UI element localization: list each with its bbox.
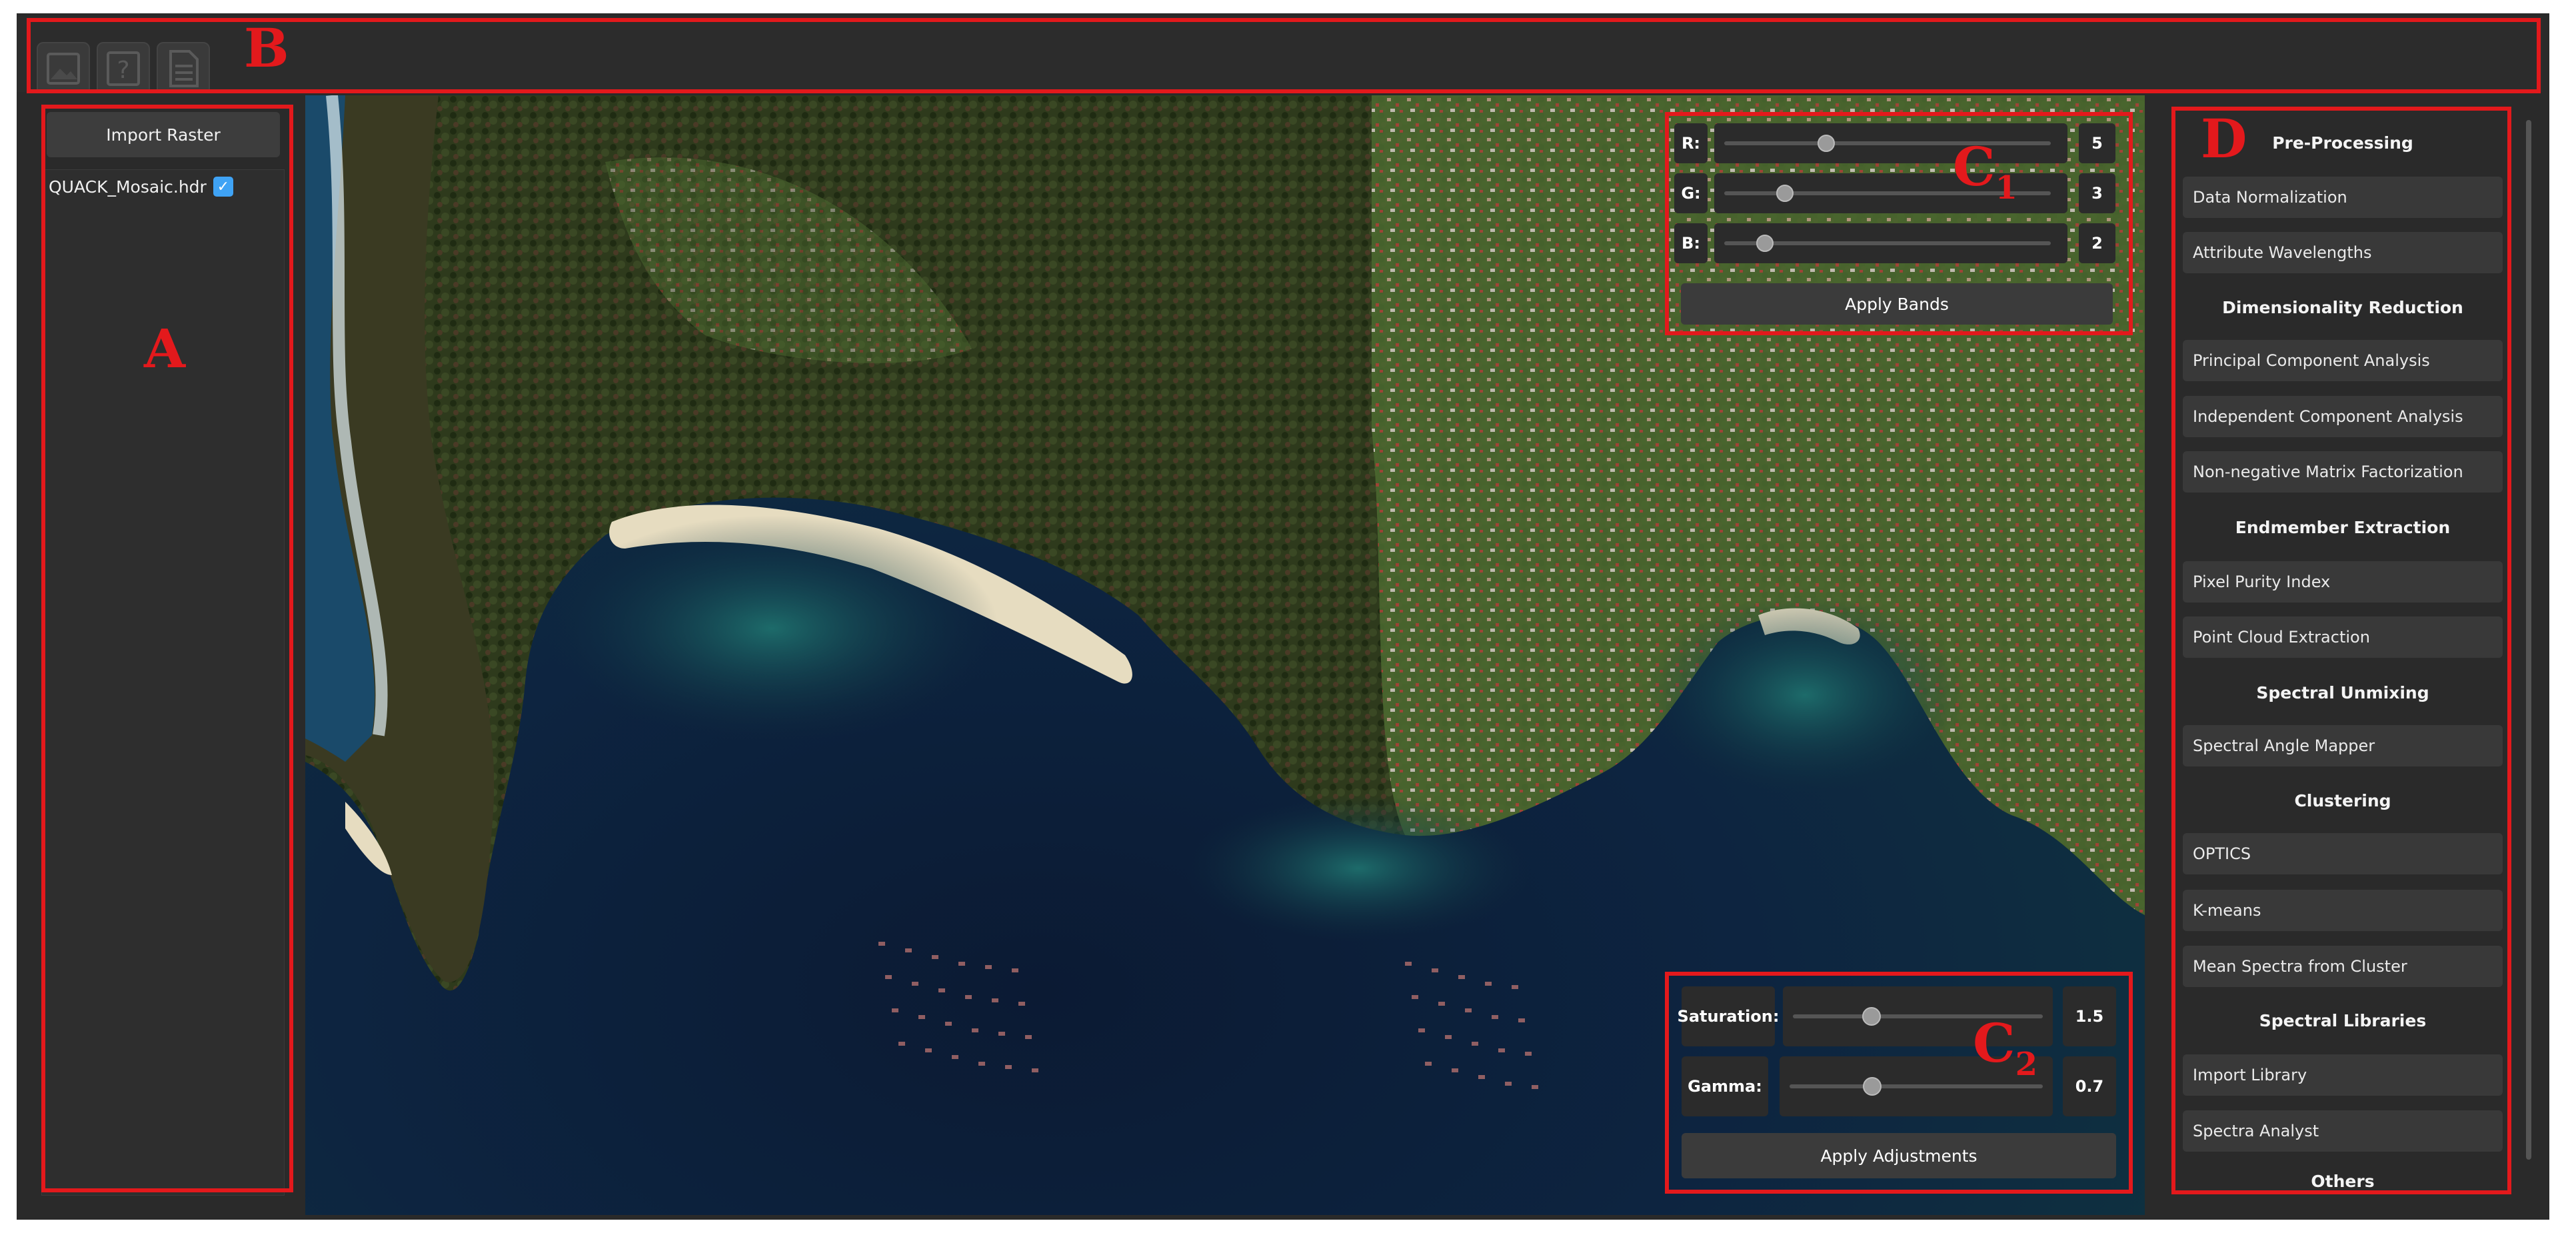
tools-panel-scrollbar[interactable] [2526,120,2531,1160]
annotation-label-c1: C1 [1953,135,2018,207]
annotation-label-d: D [2201,107,2247,170]
annotation-box-d [2171,107,2511,1194]
annotation-box-c2 [1665,972,2133,1194]
annotation-label-b: B [244,17,289,79]
annotation-label-a: A [144,317,186,380]
annotation-box-b [27,18,2541,93]
annotation-label-c2: C2 [1973,1012,2038,1083]
annotation-box-c1 [1665,112,2133,335]
annotation-box-a [41,105,293,1192]
